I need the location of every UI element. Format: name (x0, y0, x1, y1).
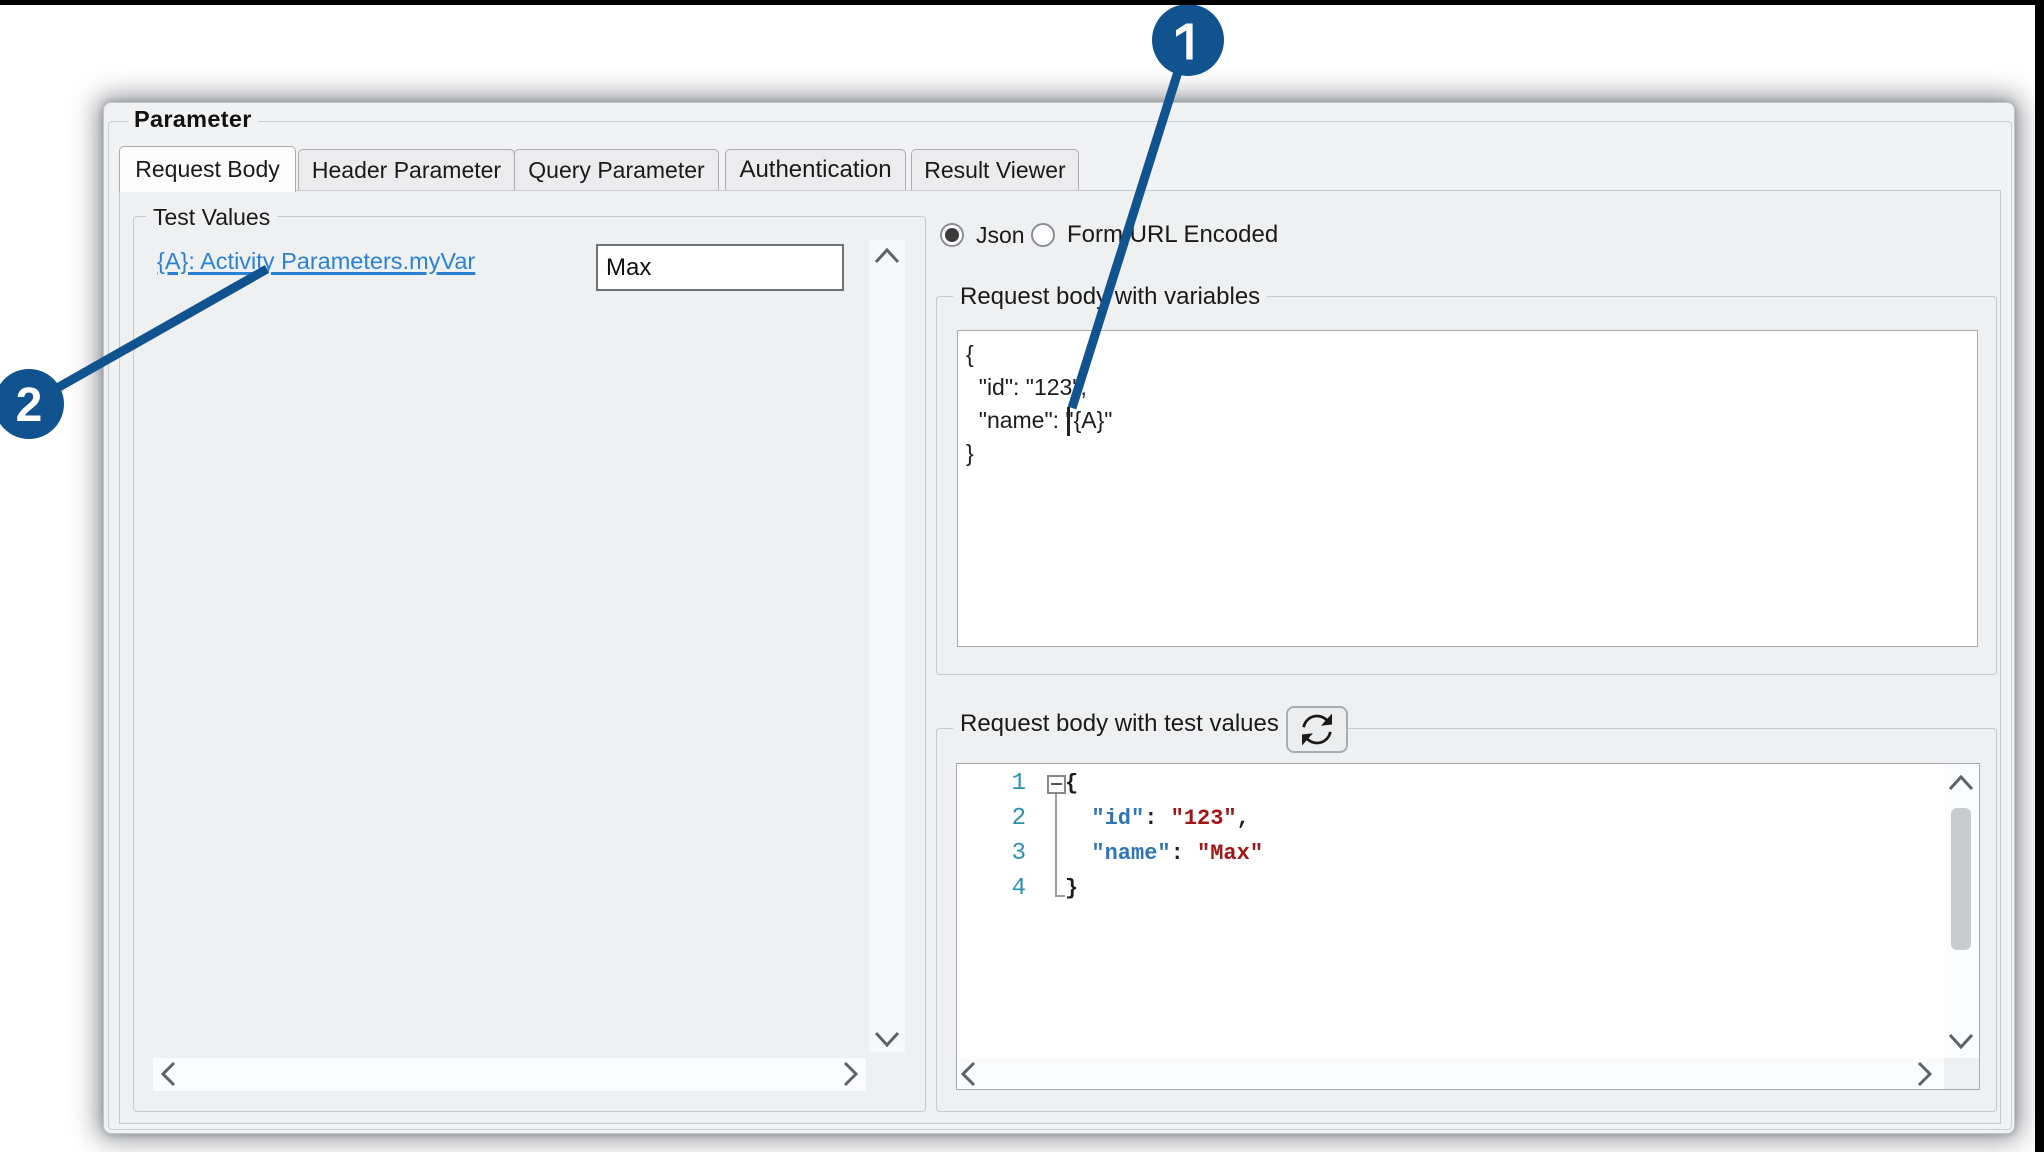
svg-text:2: 2 (16, 379, 43, 432)
